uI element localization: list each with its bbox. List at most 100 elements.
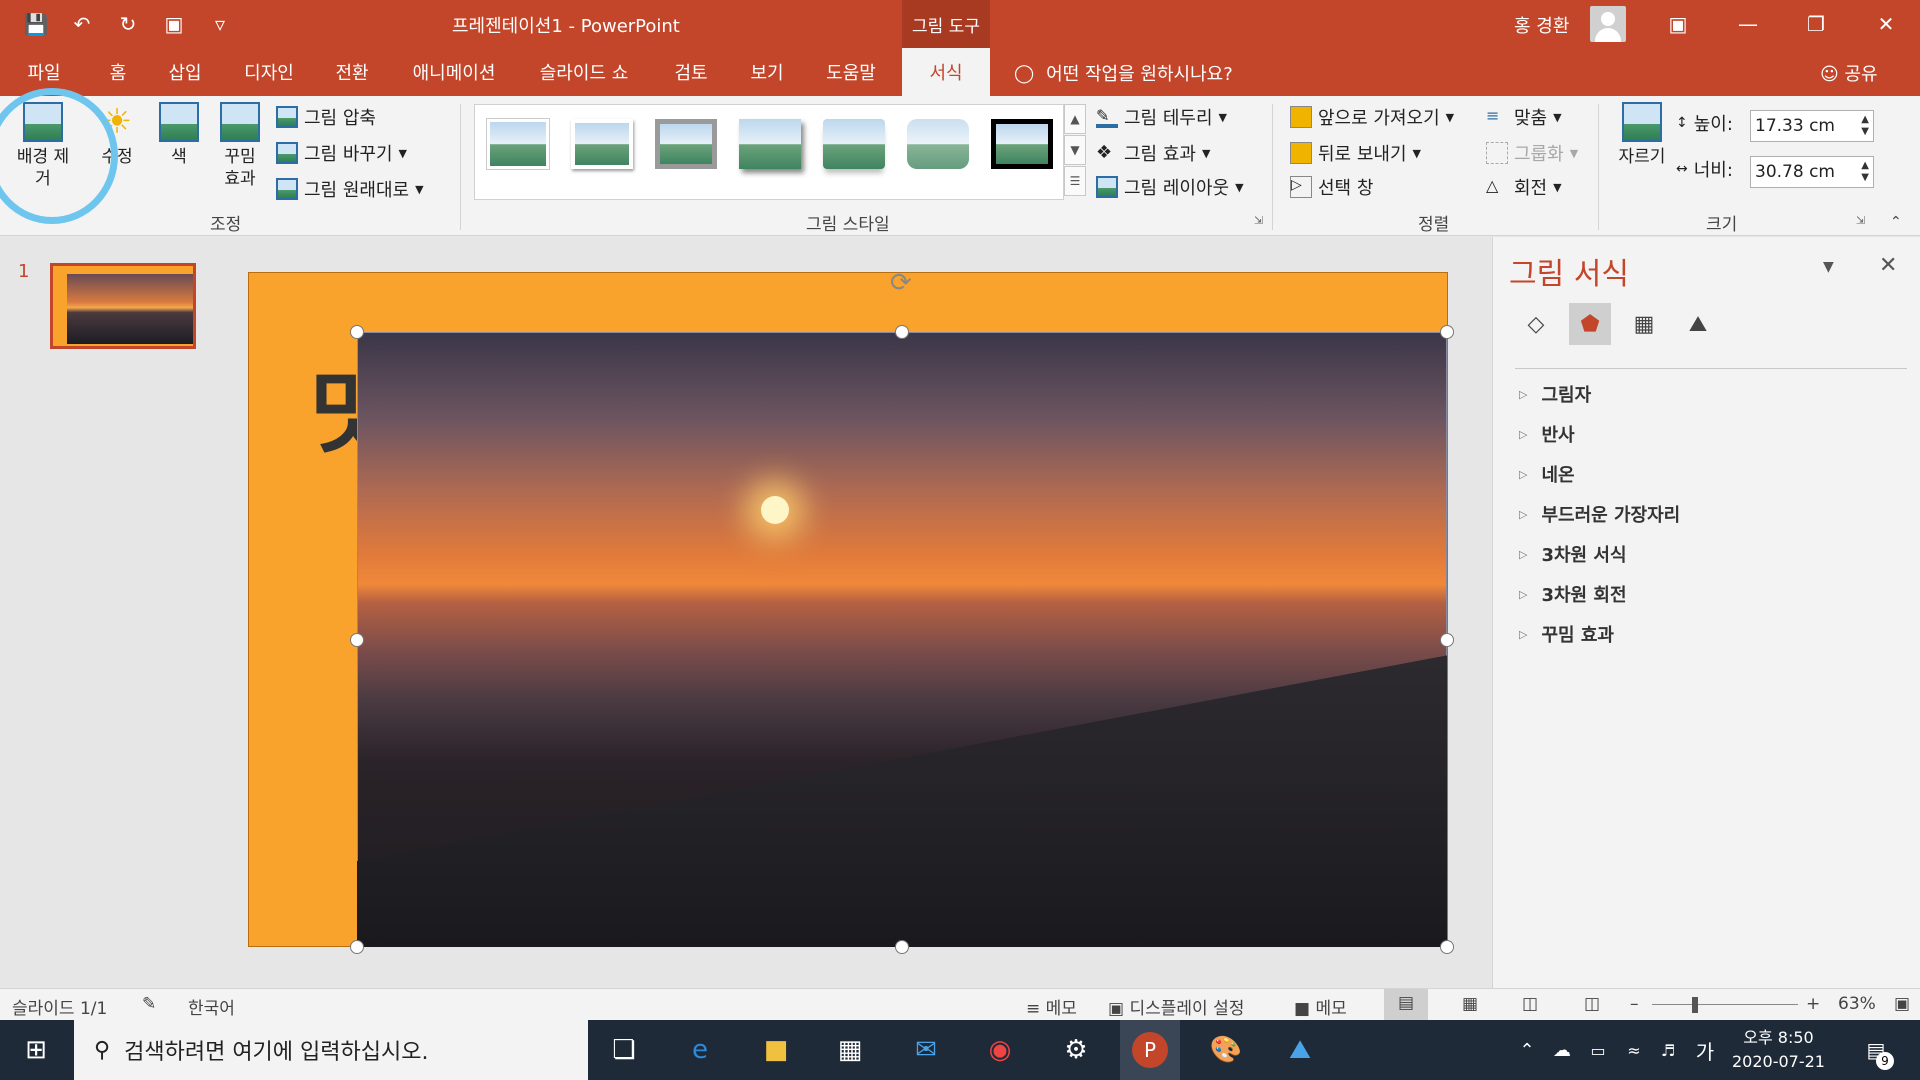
- tab-view[interactable]: 보기: [740, 48, 794, 96]
- tab-insert[interactable]: 삽입: [160, 48, 210, 96]
- mail-icon[interactable]: ✉: [906, 1030, 946, 1070]
- resize-handle[interactable]: [350, 633, 364, 647]
- collapse-ribbon-icon[interactable]: ⌃: [1890, 214, 1902, 230]
- artistic-effects-button[interactable]: 꾸밈 효과: [214, 102, 266, 190]
- spellcheck-icon[interactable]: ✎: [142, 994, 156, 1014]
- zoom-level[interactable]: 63%: [1838, 994, 1876, 1014]
- taskbar-clock[interactable]: 오후 8:50 2020-07-21: [1732, 1026, 1825, 1074]
- style-thumb[interactable]: [823, 119, 885, 169]
- windows-start-icon[interactable]: ⊞: [16, 1030, 56, 1070]
- ime-indicator[interactable]: 가: [1690, 1030, 1720, 1070]
- style-thumb[interactable]: [739, 119, 801, 169]
- change-picture-button[interactable]: 그림 바꾸기 ▼: [276, 140, 407, 166]
- pane-item-artistic-effects[interactable]: ▷ 꾸밈 효과: [1519, 621, 1614, 647]
- slide-thumbnail[interactable]: [50, 263, 196, 349]
- store-icon[interactable]: ▦: [830, 1030, 870, 1070]
- pane-item-soft-edges[interactable]: ▷ 부드러운 가장자리: [1519, 501, 1680, 527]
- minimize-icon[interactable]: —: [1716, 0, 1780, 48]
- resize-handle[interactable]: [895, 325, 909, 339]
- paint-icon[interactable]: 🎨: [1206, 1030, 1246, 1070]
- ribbon-display-options-icon[interactable]: ▣: [1646, 0, 1710, 48]
- pane-item-3d-format[interactable]: ▷ 3차원 서식: [1519, 541, 1627, 567]
- bring-forward-button[interactable]: 앞으로 가져오기 ▼: [1290, 104, 1454, 130]
- save-icon[interactable]: 💾: [22, 10, 50, 38]
- spinner-icon[interactable]: ▲ ▼: [1861, 114, 1869, 138]
- resize-handle[interactable]: [350, 325, 364, 339]
- pane-close-icon[interactable]: ✕: [1879, 253, 1897, 278]
- pane-item-glow[interactable]: ▷ 네온: [1519, 461, 1575, 487]
- spinner-icon[interactable]: ▲ ▼: [1861, 160, 1869, 184]
- picture-effects-button[interactable]: ❖ 그림 효과 ▼: [1096, 140, 1210, 166]
- normal-view-icon[interactable]: ▤: [1384, 989, 1428, 1020]
- style-thumb[interactable]: [571, 119, 633, 169]
- close-icon[interactable]: ✕: [1854, 0, 1918, 48]
- width-input[interactable]: 30.78 cm ▲ ▼: [1750, 156, 1874, 188]
- zoom-out-icon[interactable]: –: [1630, 994, 1639, 1014]
- tab-transitions[interactable]: 전환: [326, 48, 378, 96]
- style-thumb[interactable]: [991, 119, 1053, 169]
- show-hidden-icons-icon[interactable]: ⌃: [1514, 1030, 1540, 1070]
- comments-button[interactable]: ■ 메모: [1294, 994, 1347, 1019]
- dialog-launcher-icon[interactable]: ⇲: [1254, 214, 1263, 227]
- zoom-slider-thumb[interactable]: [1692, 997, 1698, 1013]
- style-thumb[interactable]: [655, 119, 717, 169]
- height-input[interactable]: 17.33 cm ▲ ▼: [1750, 110, 1874, 142]
- customize-qat-icon[interactable]: ▿: [206, 10, 234, 38]
- send-backward-button[interactable]: 뒤로 보내기 ▼: [1290, 140, 1421, 166]
- onedrive-icon[interactable]: ☁: [1548, 1030, 1576, 1070]
- resize-handle[interactable]: [1440, 325, 1454, 339]
- slide-sorter-icon[interactable]: ▦: [1462, 994, 1478, 1014]
- resize-handle[interactable]: [895, 940, 909, 954]
- task-view-icon[interactable]: ❏: [604, 1030, 644, 1070]
- edge-icon[interactable]: e: [680, 1030, 720, 1070]
- rotate-handle-icon[interactable]: ⟳: [890, 268, 918, 298]
- resize-handle[interactable]: [1440, 633, 1454, 647]
- pane-item-3d-rotation[interactable]: ▷ 3차원 회전: [1519, 581, 1627, 607]
- chrome-icon[interactable]: ◉: [980, 1030, 1020, 1070]
- tab-design[interactable]: 디자인: [234, 48, 304, 96]
- restore-icon[interactable]: ❐: [1784, 0, 1848, 48]
- pane-item-shadow[interactable]: ▷ 그림자: [1519, 381, 1591, 407]
- redo-icon[interactable]: ↻: [114, 10, 142, 38]
- battery-icon[interactable]: ▭: [1584, 1030, 1612, 1070]
- slideshow-view-icon[interactable]: ◫: [1584, 994, 1600, 1014]
- notes-button[interactable]: ≡ 메모: [1026, 994, 1077, 1019]
- pane-options-icon[interactable]: ▼: [1823, 259, 1834, 275]
- tab-help[interactable]: 도움말: [816, 48, 886, 96]
- style-thumb[interactable]: [907, 119, 969, 169]
- fit-slide-icon[interactable]: ▣: [1894, 994, 1910, 1014]
- volume-icon[interactable]: ♬: [1654, 1030, 1682, 1070]
- language[interactable]: 한국어: [188, 994, 235, 1019]
- file-explorer-icon[interactable]: ■: [756, 1030, 796, 1070]
- selection-pane-button[interactable]: ▷ 선택 창: [1290, 174, 1373, 200]
- picture-layout-button[interactable]: 그림 레이아웃 ▼: [1096, 174, 1244, 200]
- taskbar-search[interactable]: ⚲ 검색하려면 여기에 입력하십시오.: [74, 1020, 588, 1080]
- user-name[interactable]: 홍 경환: [1514, 12, 1569, 38]
- pane-item-reflection[interactable]: ▷ 반사: [1519, 421, 1575, 447]
- reading-view-icon[interactable]: ◫: [1522, 994, 1538, 1014]
- crop-button[interactable]: 자르기: [1612, 102, 1672, 168]
- photos-icon[interactable]: ⛰: [1280, 1030, 1320, 1070]
- powerpoint-icon[interactable]: P: [1120, 1020, 1180, 1080]
- size-properties-icon[interactable]: ▦: [1623, 303, 1665, 345]
- tab-format[interactable]: 서식: [902, 48, 990, 96]
- zoom-slider[interactable]: [1652, 1004, 1798, 1005]
- style-thumb[interactable]: [487, 119, 549, 169]
- dialog-launcher-icon[interactable]: ⇲: [1856, 214, 1865, 227]
- tab-slideshow[interactable]: 슬라이드 쇼: [530, 48, 638, 96]
- tab-home[interactable]: 홈: [96, 48, 140, 96]
- zoom-in-icon[interactable]: +: [1806, 994, 1820, 1014]
- present-icon[interactable]: ▣: [160, 10, 188, 38]
- display-settings-button[interactable]: ▣ 디스플레이 설정: [1108, 994, 1244, 1019]
- tab-animations[interactable]: 애니메이션: [402, 48, 506, 96]
- compress-pictures-button[interactable]: 그림 압축: [276, 104, 376, 130]
- reset-picture-button[interactable]: 그림 원래대로 ▼: [276, 176, 424, 202]
- color-button[interactable]: 색: [156, 102, 202, 168]
- group-button[interactable]: 그룹화 ▼: [1486, 140, 1578, 166]
- rotate-button[interactable]: △ 회전 ▼: [1486, 174, 1562, 200]
- gallery-more-icon[interactable]: ☰: [1064, 166, 1086, 196]
- picture-border-button[interactable]: ✎ 그림 테두리 ▼: [1096, 104, 1227, 130]
- gallery-down-icon[interactable]: ▼: [1064, 135, 1086, 165]
- picture-icon[interactable]: ⛰: [1677, 303, 1719, 345]
- wifi-icon[interactable]: ≈: [1620, 1030, 1648, 1070]
